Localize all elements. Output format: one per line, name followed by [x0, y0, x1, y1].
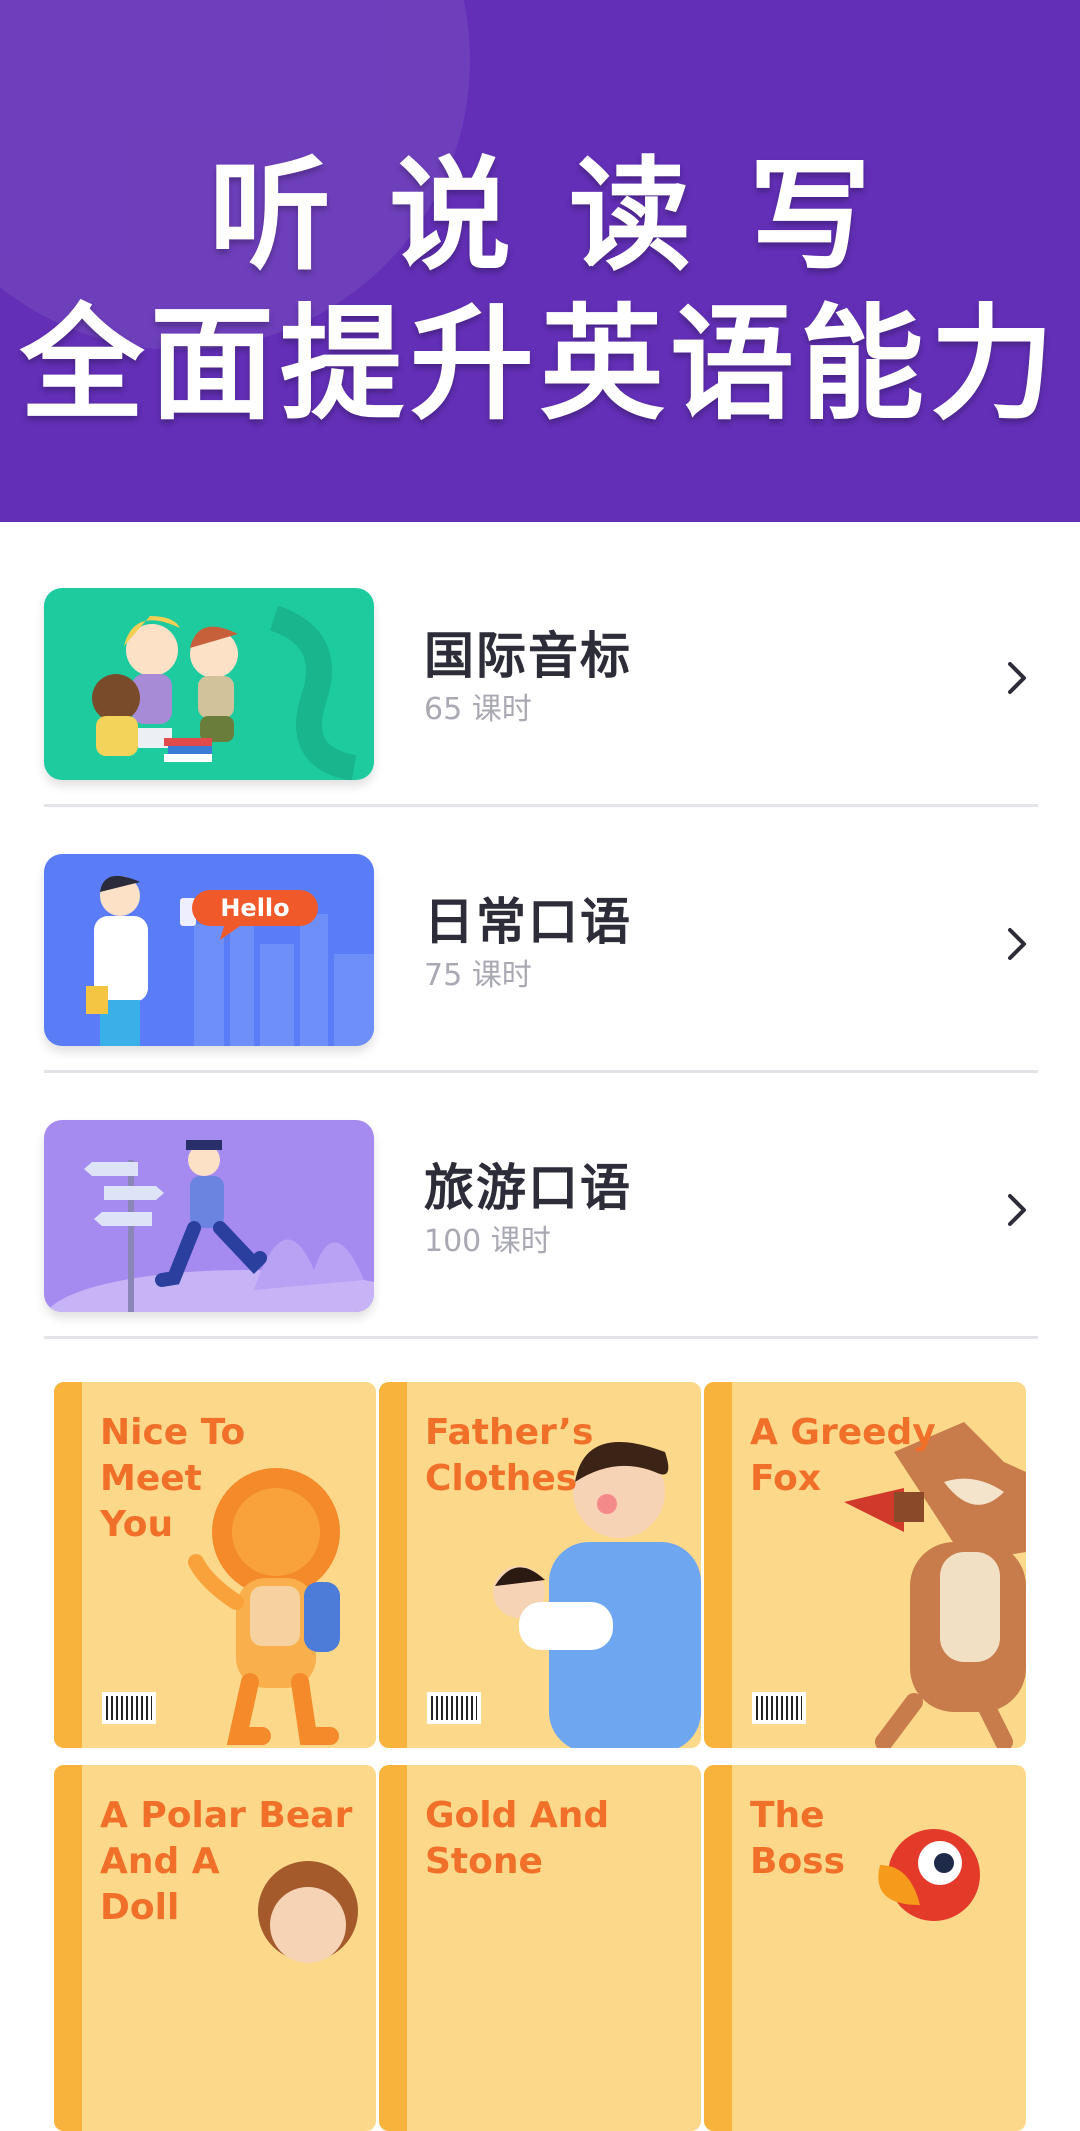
book-title: Gold And Stone — [425, 1795, 610, 1882]
hero-banner: 听说读写 全面提升英语能力 — [0, 0, 1080, 522]
book-title: Father’s Clothes — [425, 1412, 594, 1499]
book-card[interactable]: A Greedy Fox — [704, 1382, 1026, 1748]
chevron-right-icon — [1008, 662, 1026, 694]
course-title: 旅游口语 — [424, 1159, 632, 1217]
traveler-illustration — [46, 1140, 374, 1312]
chevron-right-icon — [1008, 1194, 1026, 1226]
book-card[interactable]: Gold And Stone — [379, 1765, 701, 2131]
hello-bubble-text: Hello — [220, 894, 289, 922]
barcode-icon — [102, 1692, 156, 1724]
course-lesson-count: 75 课时 — [424, 958, 532, 993]
course-item-travel-speaking[interactable]: 旅游口语 100 课时 — [44, 1070, 1038, 1339]
course-item-phonetics[interactable]: 国际音标 65 课时 — [44, 538, 1038, 807]
book-title: The Boss — [750, 1795, 846, 1882]
course-title: 日常口语 — [424, 893, 632, 951]
book-card[interactable]: A Polar Bear And A Doll — [54, 1765, 376, 2131]
course-thumbnail-daily-speaking: Hello — [44, 854, 374, 1046]
book-card[interactable]: Nice To Meet You — [54, 1382, 376, 1748]
kids-illustration — [92, 605, 357, 780]
course-item-daily-speaking[interactable]: Hello 日常口语 75 课时 — [44, 804, 1038, 1073]
course-lesson-count: 65 课时 — [424, 692, 532, 727]
book-title: Nice To Meet You — [100, 1412, 246, 1545]
course-thumbnail-travel-speaking — [44, 1120, 374, 1312]
book-spine — [379, 1765, 407, 2131]
course-lesson-count: 100 课时 — [424, 1224, 551, 1259]
book-title: A Greedy Fox — [750, 1412, 936, 1499]
hello-illustration: Hello — [86, 875, 374, 1046]
course-thumbnail-phonetics — [44, 588, 374, 780]
book-card[interactable]: The Boss — [704, 1765, 1026, 2131]
course-title: 国际音标 — [424, 627, 632, 685]
barcode-icon — [427, 1692, 481, 1724]
banner-subheadline: 全面提升英语能力 — [19, 292, 1060, 437]
banner-headline: 听说读写 — [209, 143, 929, 287]
book-card[interactable]: Father’s Clothes — [379, 1382, 701, 1748]
barcode-icon — [752, 1692, 806, 1724]
book-title: A Polar Bear And A Doll — [100, 1795, 353, 1928]
chevron-right-icon — [1008, 928, 1026, 960]
